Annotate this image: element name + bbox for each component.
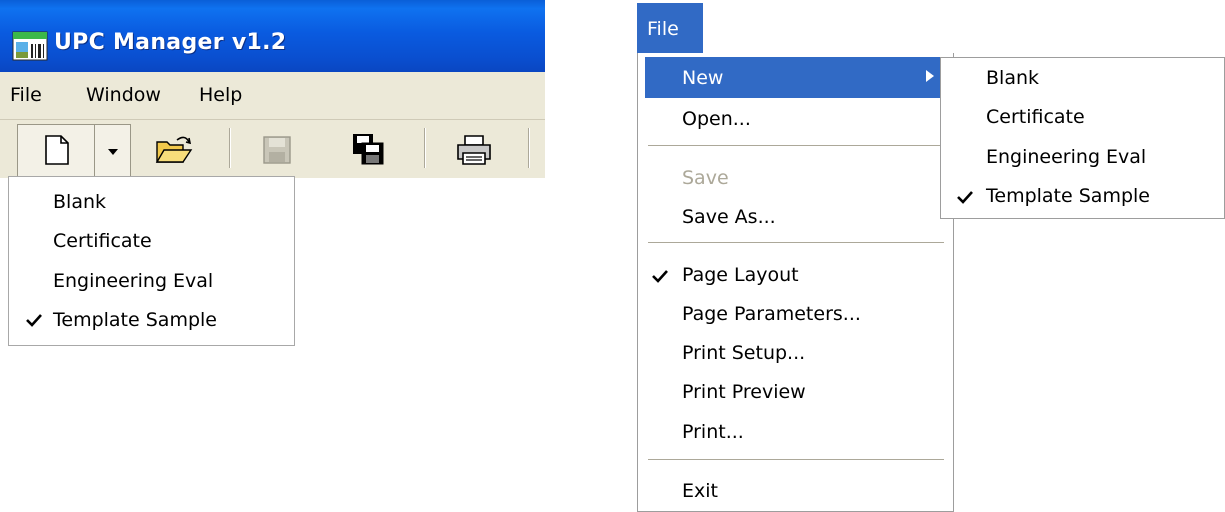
- split-button-divider: [94, 124, 95, 176]
- menu-help[interactable]: Help: [199, 84, 242, 106]
- toolbar-separator: [229, 128, 231, 168]
- menu-item-new-label: New: [682, 67, 724, 89]
- dropdown-item-certificate[interactable]: Certificate: [53, 230, 152, 252]
- menu-item-print-setup[interactable]: Print Setup...: [682, 342, 805, 364]
- checkmark-icon: [957, 191, 973, 204]
- printer-icon[interactable]: [456, 135, 492, 165]
- menu-item-save[interactable]: Save: [682, 167, 729, 189]
- menu-item-print-preview[interactable]: Print Preview: [682, 381, 806, 403]
- dropdown-item-engineering-eval[interactable]: Engineering Eval: [53, 270, 213, 292]
- menu-item-page-layout[interactable]: Page Layout: [682, 264, 799, 286]
- menu-item-print[interactable]: Print...: [682, 421, 744, 443]
- menu-separator: [648, 145, 944, 147]
- app-icon: [12, 31, 48, 61]
- file-menu-header-label: File: [647, 18, 679, 40]
- toolbar-separator: [424, 128, 426, 168]
- submenu-item-engineering-eval[interactable]: Engineering Eval: [986, 146, 1146, 168]
- save-disk-icon[interactable]: [263, 136, 291, 164]
- menu-item-exit[interactable]: Exit: [682, 480, 718, 502]
- save-all-icon[interactable]: [352, 133, 384, 165]
- toolbar-separator: [528, 128, 530, 168]
- checkmark-icon: [652, 270, 668, 283]
- menu-item-save-as[interactable]: Save As...: [682, 206, 776, 228]
- dropdown-arrow-icon[interactable]: [107, 148, 119, 156]
- menu-separator: [648, 459, 944, 461]
- submenu-arrow-icon: [926, 70, 934, 82]
- menu-item-open[interactable]: Open...: [682, 108, 751, 130]
- open-folder-icon[interactable]: [155, 134, 193, 166]
- menu-item-page-parameters[interactable]: Page Parameters...: [682, 303, 861, 325]
- window-title: UPC Manager v1.2: [54, 30, 287, 55]
- menu-window[interactable]: Window: [86, 84, 161, 106]
- menu-file[interactable]: File: [10, 84, 42, 106]
- dropdown-item-blank[interactable]: Blank: [53, 191, 106, 213]
- new-document-icon[interactable]: [44, 135, 70, 165]
- submenu-item-template-sample[interactable]: Template Sample: [986, 185, 1150, 207]
- submenu-item-blank[interactable]: Blank: [986, 67, 1039, 89]
- menu-separator: [648, 242, 944, 244]
- menu-bar: [0, 72, 545, 120]
- submenu-item-certificate[interactable]: Certificate: [986, 106, 1085, 128]
- checkmark-icon: [26, 314, 42, 327]
- dropdown-item-template-sample[interactable]: Template Sample: [53, 309, 217, 331]
